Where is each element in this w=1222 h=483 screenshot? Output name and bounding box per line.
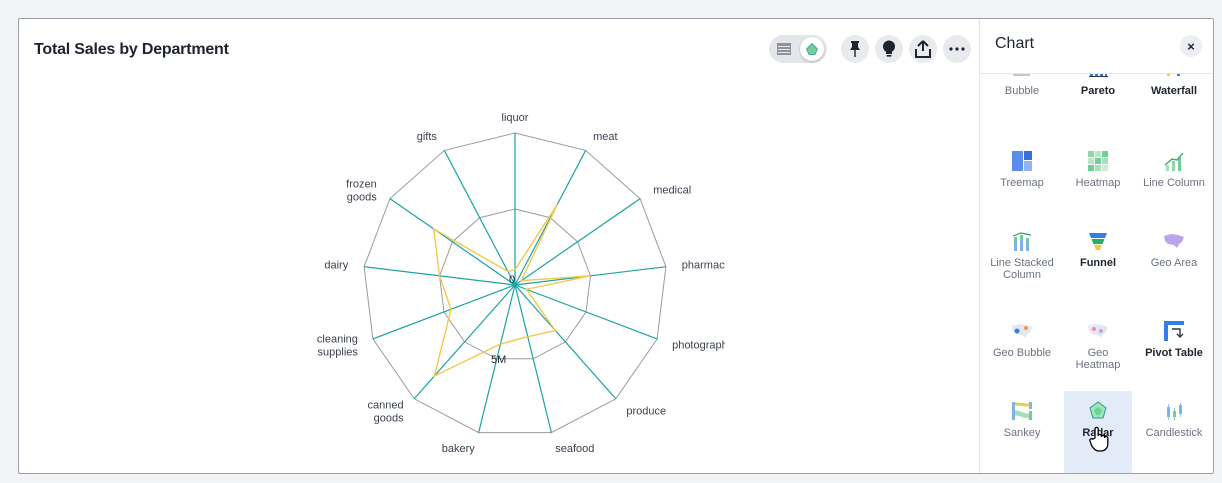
hand-cursor-icon [1089,426,1109,452]
chart-type-sankey[interactable]: Sankey [988,399,1056,439]
pin-button[interactable] [841,35,869,63]
table-icon [777,43,791,55]
radar-axis-label: frozen goods [346,179,377,204]
sankey-chart-icon [1012,402,1032,420]
insights-button[interactable] [875,35,903,63]
more-button[interactable] [943,35,971,63]
radar-axis-label: meat [593,131,617,143]
radar-series-spoke [514,284,617,400]
radar-series-spoke [514,284,658,340]
treemap-chart-icon [1012,151,1032,171]
geo-bubble-chart-icon [1012,324,1032,338]
chart-type-geo-bubble[interactable]: Geo Bubble [988,319,1056,359]
chart-toolbar [769,35,971,63]
line-stacked-column-chart-icon [1012,232,1032,251]
radar-axis-label: seafood [555,443,594,455]
chart-type-pivot-table[interactable]: Pivot Table [1140,319,1208,359]
geo-heatmap-chart-icon [1088,324,1108,338]
chart-icon [806,43,818,55]
radar-axis-label: gifts [417,131,438,143]
radar-axis-label: photography [672,340,725,352]
chart-type-treemap[interactable]: Treemap [988,149,1056,189]
chart-title: Total Sales by Department [34,41,229,58]
radar-series-spoke [372,284,516,340]
panel-header: Chart × [980,19,1213,74]
radar-axis-label: pharmacy [682,260,725,272]
chart-type-grid: Bubble Pareto Waterfall Treemap Heatmap … [980,63,1213,473]
radar-axis-label: bakery [442,443,476,455]
chart-type-geo-area[interactable]: Geo Area [1140,229,1208,269]
radar-ring-label-5m: 5M [491,354,506,366]
chart-type-panel: Bubble Pareto Waterfall Treemap Heatmap … [979,19,1213,473]
pin-icon [850,41,860,57]
chart-type-candlestick[interactable]: Candlestick [1140,399,1208,439]
pivot-table-icon [1164,321,1184,341]
heatmap-chart-icon [1088,151,1108,171]
chart-area: Total Sales by Department 0 5M liquor me… [19,19,979,473]
chart-card: Total Sales by Department 0 5M liquor me… [18,18,1214,474]
radar-axis-label: dairy [324,260,348,272]
candlestick-chart-icon [1167,403,1182,420]
geo-area-chart-icon [1164,234,1184,248]
lightbulb-icon [883,40,895,57]
funnel-chart-icon [1089,233,1107,250]
chart-type-funnel[interactable]: Funnel [1064,229,1132,269]
chart-type-line-column[interactable]: Line Column [1140,149,1208,189]
radar-axis-label: canned goods [368,400,405,425]
radar-axis-label: medical [653,185,691,197]
chart-type-line-stacked-column[interactable]: Line Stacked Column [988,229,1056,281]
radar-chart-icon [1089,401,1107,419]
radar-axis-label: liquor [502,112,529,124]
radar-ring-label-0: 0 [509,274,515,286]
radar-axis-label: cleaning supplies [317,334,358,359]
radar-chart: 0 5M liquor meat medical pharmacy photography p… [317,112,725,455]
chart-type-geo-heatmap[interactable]: Geo Heatmap [1064,319,1132,371]
close-button[interactable]: × [1180,35,1202,57]
view-toggle[interactable] [769,35,827,63]
radar-axis-label: produce [626,406,666,418]
line-column-chart-icon [1164,152,1184,171]
close-icon: × [1187,38,1195,54]
panel-title: Chart [995,35,1035,52]
radar-series-spoke [443,150,516,286]
share-icon [915,40,931,58]
share-button[interactable] [909,35,937,63]
chart-type-heatmap[interactable]: Heatmap [1064,149,1132,189]
table-view-button[interactable] [772,37,796,61]
chart-view-button[interactable] [800,37,824,61]
radar-series-spoke [413,284,516,400]
more-icon [949,47,965,51]
